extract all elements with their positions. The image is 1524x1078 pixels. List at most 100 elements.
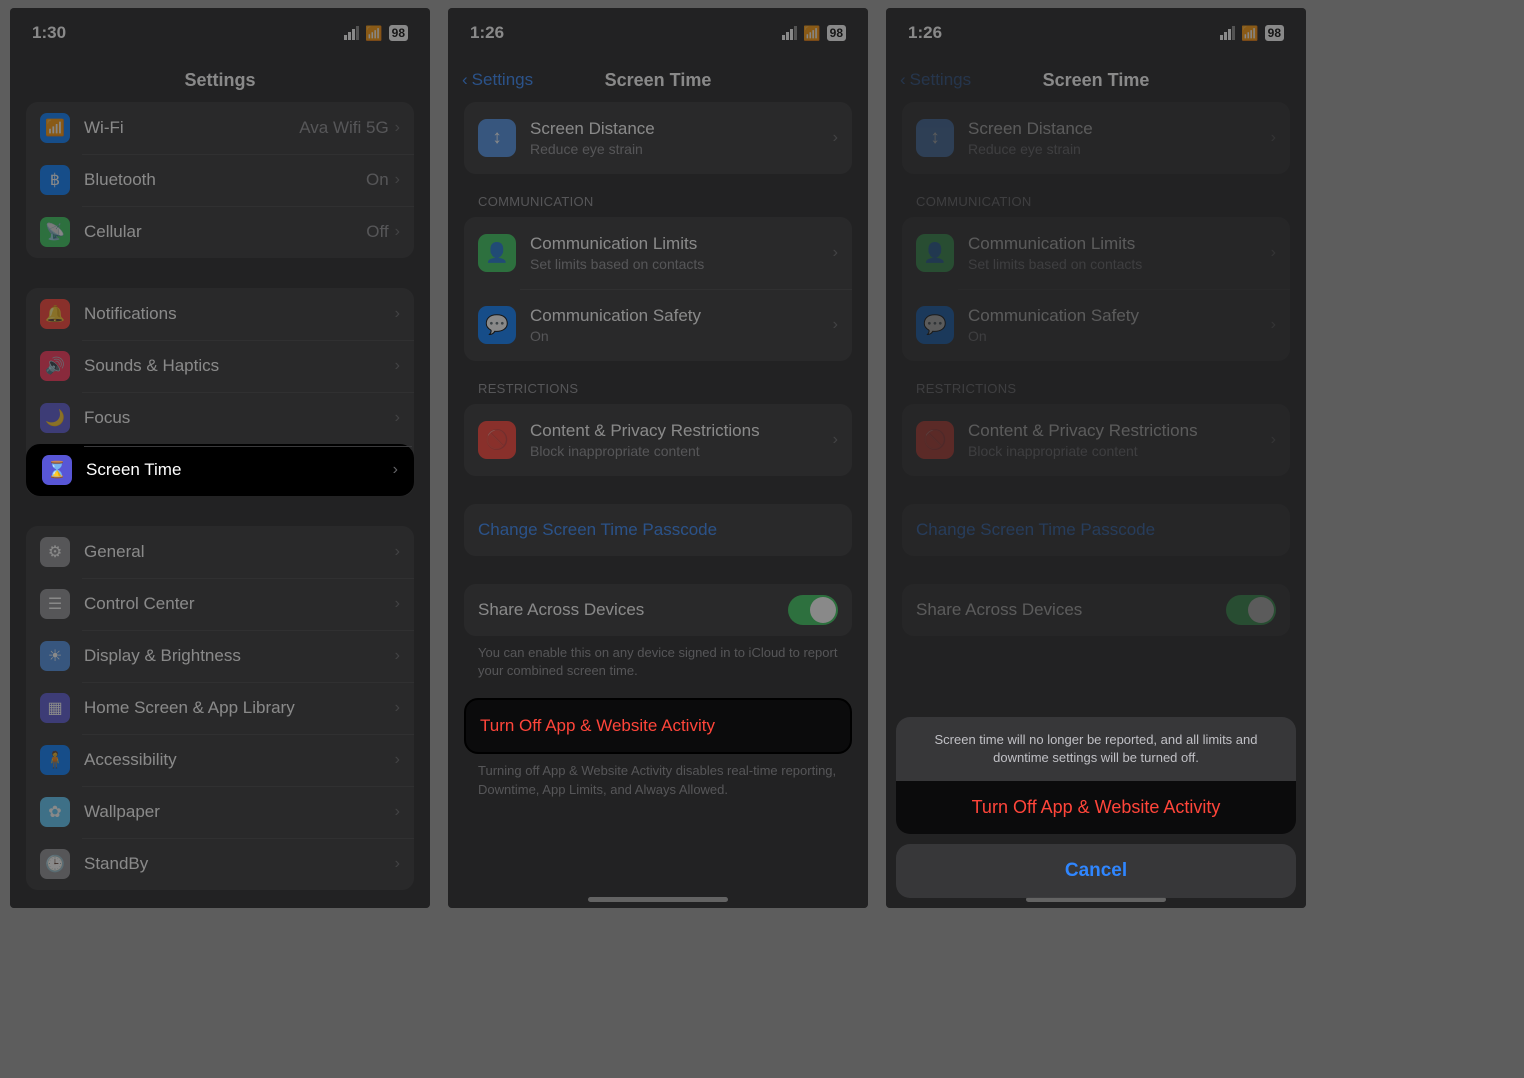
wifi-icon: 📶 [1241, 25, 1258, 42]
row-comm-limits: 👤 Communication Limits Set limits based … [902, 217, 1290, 289]
row-detail: On [366, 170, 389, 190]
row-general[interactable]: ⚙ General › [26, 526, 414, 578]
change-passcode-label: Change Screen Time Passcode [478, 520, 717, 540]
wifi-icon: 📶 [365, 25, 382, 42]
chevron-right-icon: › [833, 316, 838, 334]
share-toggle[interactable] [788, 595, 838, 625]
row-cellular[interactable]: 📡 Cellular Off › [26, 206, 414, 258]
back-button[interactable]: ‹ Settings [900, 70, 971, 90]
chevron-right-icon: › [1271, 431, 1276, 449]
distance-icon: ↕ [478, 119, 516, 157]
row-label: Wi-Fi [84, 118, 299, 138]
status-time: 1:26 [908, 23, 942, 43]
row-screen-distance: ↕ Screen Distance Reduce eye strain › [902, 102, 1290, 174]
row-label: Control Center [84, 594, 395, 614]
screen-distance-group: ↕ Screen Distance Reduce eye strain › [464, 102, 852, 174]
passcode-group: Change Screen Time Passcode [464, 504, 852, 556]
chevron-right-icon: › [395, 595, 400, 613]
general-group: ⚙ General › ☰ Control Center › ☀ Display… [26, 526, 414, 890]
row-label: Notifications [84, 304, 395, 324]
row-comm-limits[interactable]: 👤 Communication Limits Set limits based … [464, 217, 852, 289]
grid-icon: ▦ [40, 693, 70, 723]
row-detail: Off [366, 222, 388, 242]
page-title: Screen Time [1043, 70, 1150, 91]
chat-icon: 💬 [478, 306, 516, 344]
row-share-devices[interactable]: Share Across Devices [464, 584, 852, 636]
page-title: Settings [184, 70, 255, 91]
row-content-privacy[interactable]: 🚫 Content & Privacy Restrictions Block i… [464, 404, 852, 476]
nav-header: ‹ Settings Screen Time [448, 58, 868, 102]
row-turn-off[interactable]: Turn Off App & Website Activity [466, 700, 850, 752]
row-home-screen[interactable]: ▦ Home Screen & App Library › [26, 682, 414, 734]
sheet-destructive-button[interactable]: Turn Off App & Website Activity [896, 781, 1296, 834]
cellular-signal-icon [344, 26, 359, 40]
nav-header: ‹ Settings Screen Time [886, 58, 1306, 102]
row-focus[interactable]: 🌙 Focus › [26, 392, 414, 444]
alerts-group: 🔔 Notifications › 🔊 Sounds & Haptics › 🌙… [26, 288, 414, 496]
row-label: Bluetooth [84, 170, 366, 190]
chevron-right-icon: › [833, 129, 838, 147]
row-change-passcode[interactable]: Change Screen Time Passcode [464, 504, 852, 556]
row-display[interactable]: ☀ Display & Brightness › [26, 630, 414, 682]
row-label: Communication Limits [530, 234, 833, 254]
row-label: Screen Time [86, 460, 393, 480]
bell-icon: 🔔 [40, 299, 70, 329]
moon-icon: 🌙 [40, 403, 70, 433]
connectivity-group: 📶 Wi-Fi Ava Wifi 5G › ฿ Bluetooth On › 📡… [26, 102, 414, 258]
sheet-cancel-button[interactable]: Cancel [896, 844, 1296, 898]
share-footer: You can enable this on any device signed… [464, 636, 852, 682]
status-bar: 1:26 📶 98 [448, 8, 868, 58]
cellular-signal-icon [1220, 26, 1235, 40]
chevron-right-icon: › [395, 647, 400, 665]
battery-indicator: 98 [1265, 25, 1284, 41]
status-time: 1:26 [470, 23, 504, 43]
row-detail: Ava Wifi 5G [299, 118, 388, 138]
row-label: StandBy [84, 854, 395, 874]
chevron-right-icon: › [1271, 129, 1276, 147]
status-bar: 1:30 📶 98 [10, 8, 430, 58]
row-comm-safety[interactable]: 💬 Communication Safety On › [464, 289, 852, 361]
distance-icon: ↕ [916, 119, 954, 157]
chat-icon: 💬 [916, 306, 954, 344]
row-comm-safety: 💬 Communication Safety On › [902, 289, 1290, 361]
row-wifi[interactable]: 📶 Wi-Fi Ava Wifi 5G › [26, 102, 414, 154]
chevron-right-icon: › [395, 543, 400, 561]
back-button[interactable]: ‹ Settings [462, 70, 533, 90]
row-notifications[interactable]: 🔔 Notifications › [26, 288, 414, 340]
back-label: Settings [472, 70, 533, 90]
row-control-center[interactable]: ☰ Control Center › [26, 578, 414, 630]
page-title: Screen Time [605, 70, 712, 91]
chevron-right-icon: › [1271, 244, 1276, 262]
row-label: Communication Safety [530, 306, 833, 326]
turn-off-footer: Turning off App & Website Activity disab… [464, 754, 852, 800]
wifi-icon: 📶 [40, 113, 70, 143]
row-sub: Reduce eye strain [968, 141, 1271, 157]
row-standby[interactable]: 🕒 StandBy › [26, 838, 414, 890]
row-label: Accessibility [84, 750, 395, 770]
row-change-passcode: Change Screen Time Passcode [902, 504, 1290, 556]
row-screen-time[interactable]: ⌛ Screen Time › [26, 444, 414, 496]
home-indicator[interactable] [588, 897, 728, 902]
contact-icon: 👤 [916, 234, 954, 272]
restrictions-group: 🚫 Content & Privacy Restrictions Block i… [464, 404, 852, 476]
row-label: Home Screen & App Library [84, 698, 395, 718]
row-label: Share Across Devices [478, 600, 788, 620]
row-wallpaper[interactable]: ✿ Wallpaper › [26, 786, 414, 838]
row-label: General [84, 542, 395, 562]
chevron-right-icon: › [395, 409, 400, 427]
chevron-right-icon: › [1271, 316, 1276, 334]
action-sheet: Screen time will no longer be reported, … [896, 717, 1296, 898]
chevron-left-icon: ‹ [900, 70, 906, 90]
row-sounds[interactable]: 🔊 Sounds & Haptics › [26, 340, 414, 392]
row-accessibility[interactable]: 🧍 Accessibility › [26, 734, 414, 786]
sheet-message: Screen time will no longer be reported, … [896, 717, 1296, 781]
row-screen-distance[interactable]: ↕ Screen Distance Reduce eye strain › [464, 102, 852, 174]
row-sub: Set limits based on contacts [530, 256, 833, 272]
row-sub: Reduce eye strain [530, 141, 833, 157]
row-sub: On [530, 328, 833, 344]
screen-time-confirm-screen: 1:26 📶 98 ‹ Settings Screen Time ↕ Scree… [886, 8, 1306, 908]
row-bluetooth[interactable]: ฿ Bluetooth On › [26, 154, 414, 206]
wifi-icon: 📶 [803, 25, 820, 42]
row-label: Screen Distance [530, 119, 833, 139]
row-label: Screen Distance [968, 119, 1271, 139]
